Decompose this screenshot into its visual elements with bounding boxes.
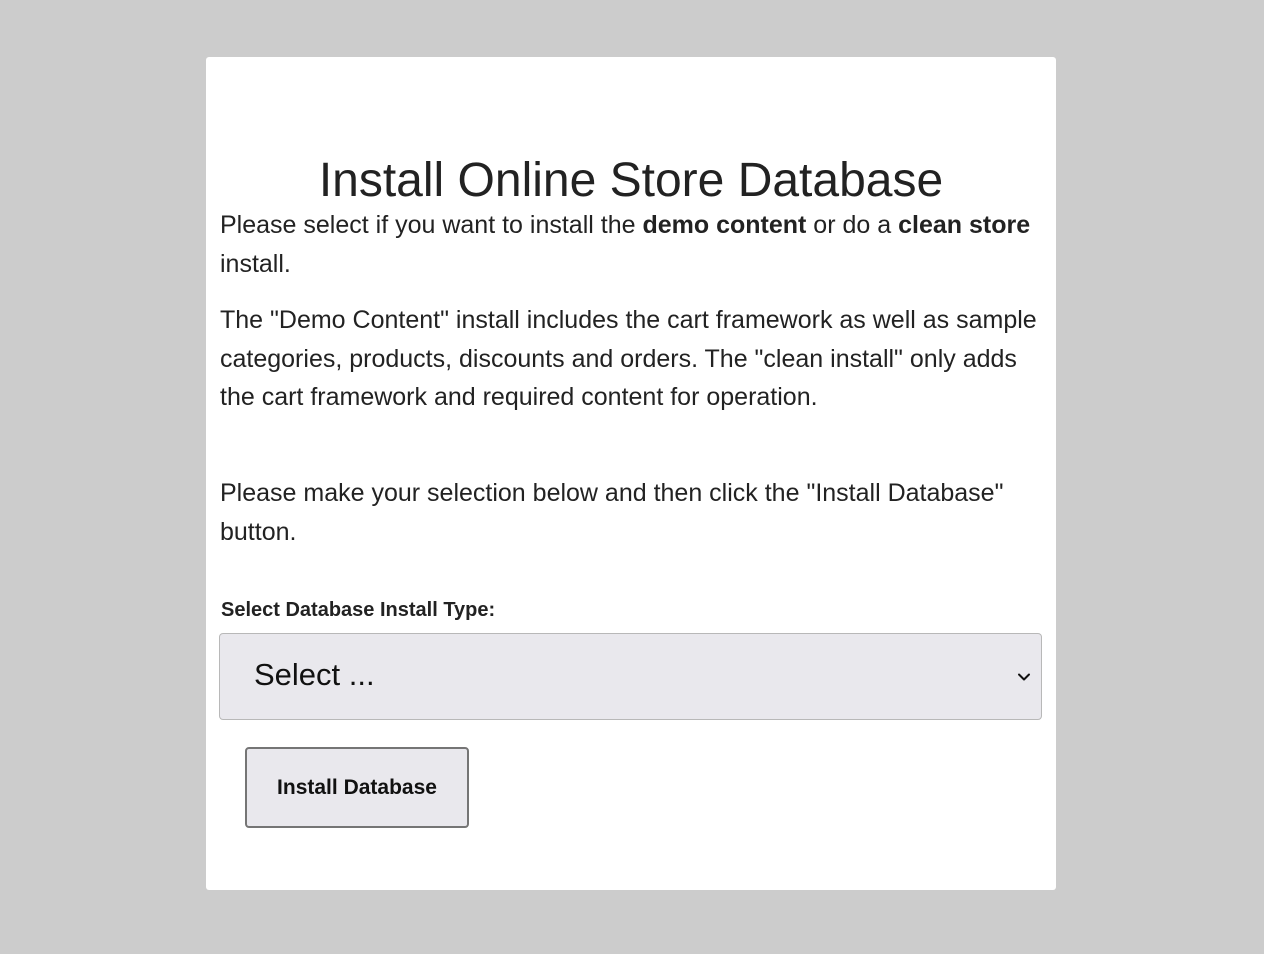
install-database-button[interactable]: Install Database [245, 747, 469, 828]
install-card: Install Online Store Database Please sel… [206, 57, 1056, 890]
intro-bold-demo: demo content [642, 211, 807, 239]
install-type-select-value: Select ... [254, 657, 375, 692]
intro-text-1: Please select if you want to install the [220, 211, 643, 239]
description-paragraph: The "Demo Content" install includes the … [220, 306, 1037, 411]
instruction-paragraph: Please make your selection below and the… [220, 479, 1004, 546]
install-type-label: Select Database Install Type: [221, 599, 496, 621]
intro-text-3: install. [220, 249, 291, 278]
chevron-down-icon [1018, 673, 1030, 681]
intro-bold-clean: clean store [898, 211, 1031, 239]
intro-text-2: or do a [806, 211, 899, 239]
install-type-select[interactable]: Select ... [219, 633, 1042, 720]
page-title: Install Online Store Database [318, 154, 944, 207]
intro-paragraph: Please select if you want to install the… [220, 206, 1040, 283]
